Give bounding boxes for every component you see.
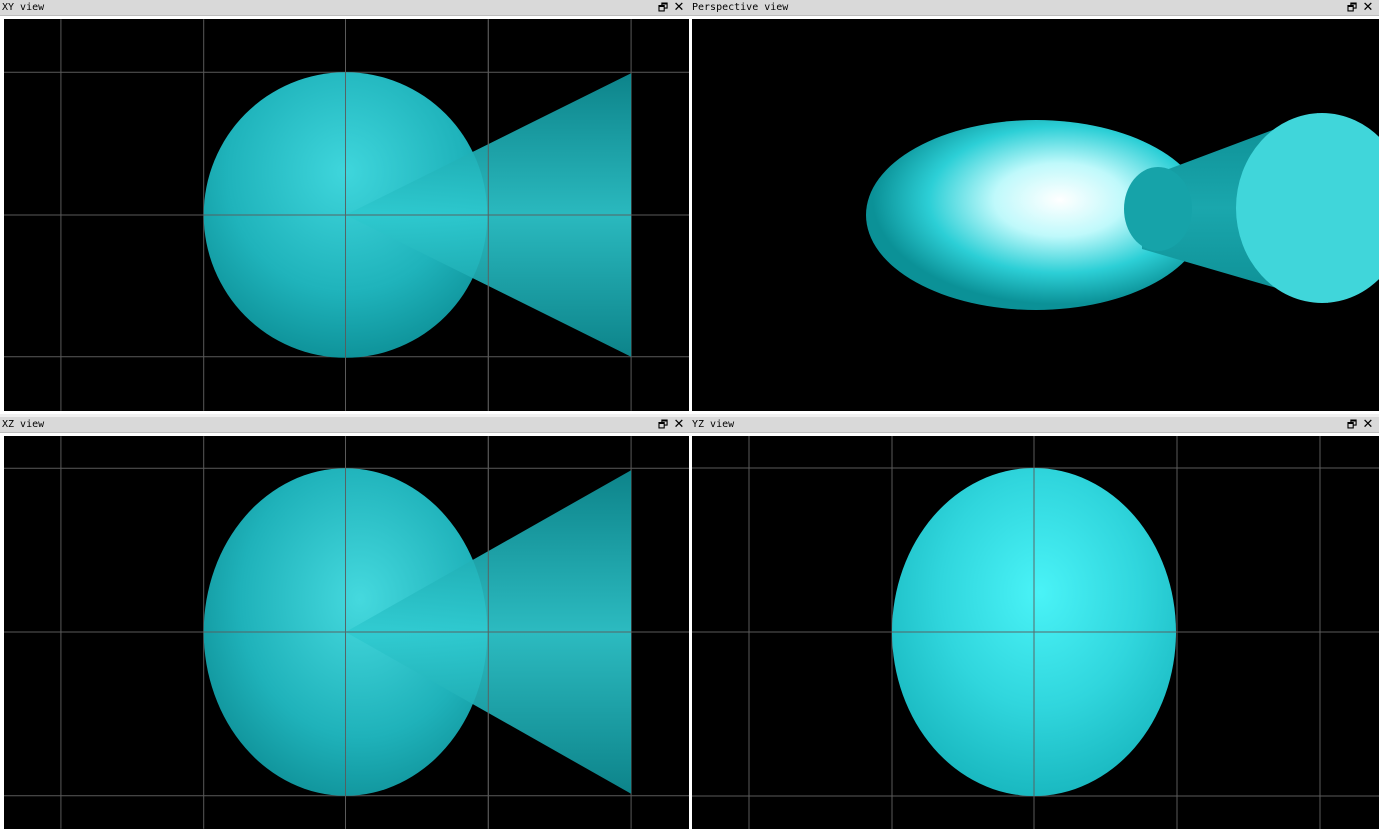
restore-icon[interactable]: 🗗 xyxy=(656,417,670,432)
cone-tip-shape xyxy=(1124,167,1192,251)
xz-scene xyxy=(4,436,689,829)
xz-titlebar[interactable]: XZ view 🗗 ✕ xyxy=(0,417,690,433)
xz-viewport[interactable]: XZ view 🗗 ✕ xyxy=(0,417,690,832)
perspective-canvas[interactable] xyxy=(692,19,1379,411)
xy-view-title: XY view xyxy=(2,2,45,13)
yz-view-title: YZ view xyxy=(692,419,735,430)
xy-titlebar[interactable]: XY view 🗗 ✕ xyxy=(0,0,690,16)
perspective-titlebar[interactable]: Perspective view 🗗 ✕ xyxy=(690,0,1379,16)
close-icon[interactable]: ✕ xyxy=(672,0,686,15)
yz-viewport[interactable]: YZ view 🗗 ✕ xyxy=(690,417,1379,832)
xy-viewport[interactable]: XY view 🗗 ✕ xyxy=(0,0,690,414)
yz-canvas[interactable] xyxy=(692,436,1379,829)
restore-icon[interactable]: 🗗 xyxy=(1345,0,1359,15)
xy-canvas[interactable] xyxy=(4,19,689,411)
close-icon[interactable]: ✕ xyxy=(672,417,686,432)
perspective-viewport[interactable]: Perspective view 🗗 ✕ xyxy=(690,0,1379,414)
yz-scene xyxy=(692,436,1379,829)
restore-icon[interactable]: 🗗 xyxy=(656,0,670,15)
perspective-scene xyxy=(866,113,1379,310)
perspective-view-title: Perspective view xyxy=(692,2,789,13)
restore-icon[interactable]: 🗗 xyxy=(1345,417,1359,432)
close-icon[interactable]: ✕ xyxy=(1361,0,1375,15)
xy-scene xyxy=(4,19,689,411)
xz-view-title: XZ view xyxy=(2,419,45,430)
close-icon[interactable]: ✕ xyxy=(1361,417,1375,432)
yz-titlebar[interactable]: YZ view 🗗 ✕ xyxy=(690,417,1379,433)
xz-canvas[interactable] xyxy=(4,436,689,829)
